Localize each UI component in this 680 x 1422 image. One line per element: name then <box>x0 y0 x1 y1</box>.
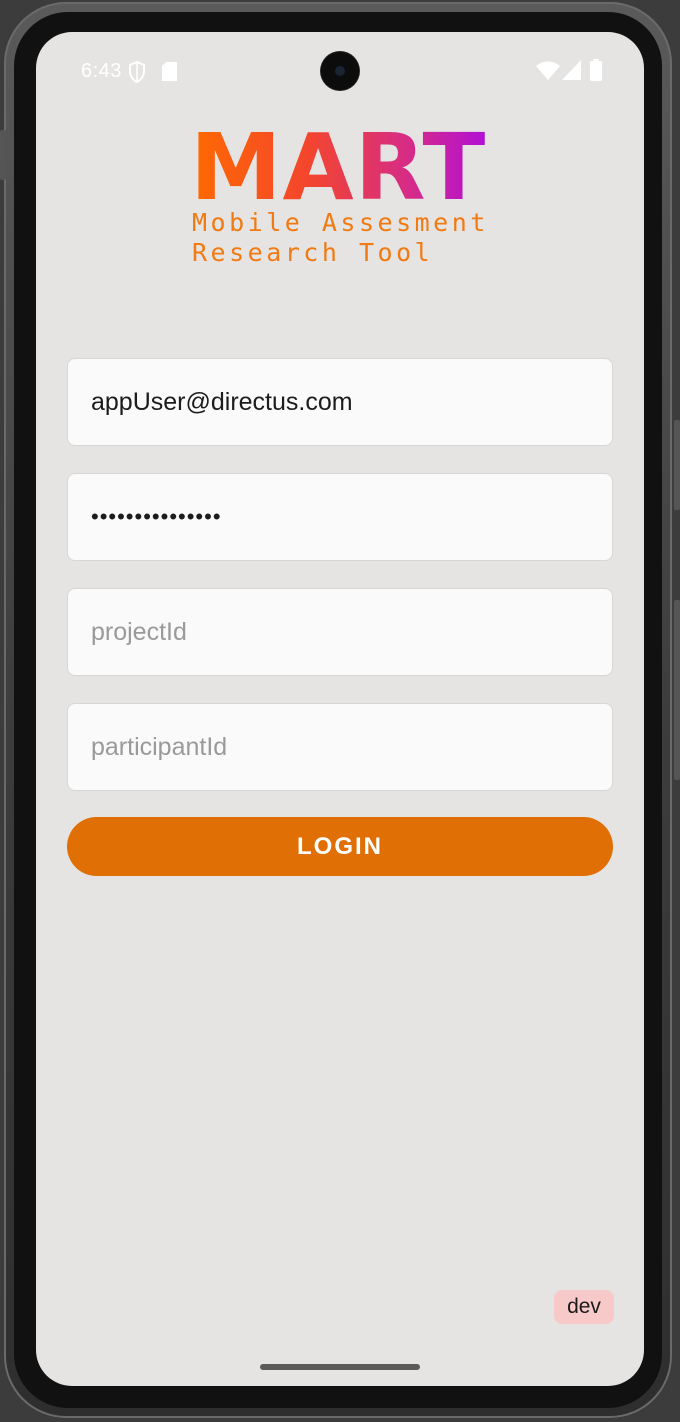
right-volume-button <box>674 420 680 510</box>
right-power-button <box>674 600 680 780</box>
logo-subtitle-line1: Mobile Assesment <box>192 208 489 237</box>
password-field <box>67 473 613 561</box>
wifi-icon <box>536 60 560 85</box>
email-input[interactable] <box>68 359 612 445</box>
logo-subtitle-line2: Research Tool <box>192 238 434 267</box>
left-side-button <box>0 130 6 180</box>
login-button[interactable]: LOGIN <box>67 817 613 876</box>
email-field <box>67 358 613 446</box>
status-bar: 6:43 <box>36 32 644 110</box>
home-indicator[interactable] <box>260 1364 420 1370</box>
project-id-input[interactable] <box>68 589 612 675</box>
app-screen: 6:43 MART Mobile Assesment Research Tool… <box>36 32 644 1386</box>
logo-title: MART <box>190 114 487 221</box>
battery-icon <box>590 59 602 86</box>
environment-badge: dev <box>554 1290 614 1324</box>
front-camera <box>321 52 359 90</box>
signal-icon <box>562 60 581 85</box>
mart-logo: MART Mobile Assesment Research Tool <box>190 122 500 268</box>
shield-icon <box>128 60 146 88</box>
device-mockup: 6:43 MART Mobile Assesment Research Tool… <box>0 0 680 1422</box>
password-input[interactable] <box>68 474 612 560</box>
participant-id-field <box>67 703 613 791</box>
participant-id-input[interactable] <box>68 704 612 790</box>
project-id-field <box>67 588 613 676</box>
status-time: 6:43 <box>81 60 122 82</box>
sd-card-icon <box>162 62 177 86</box>
